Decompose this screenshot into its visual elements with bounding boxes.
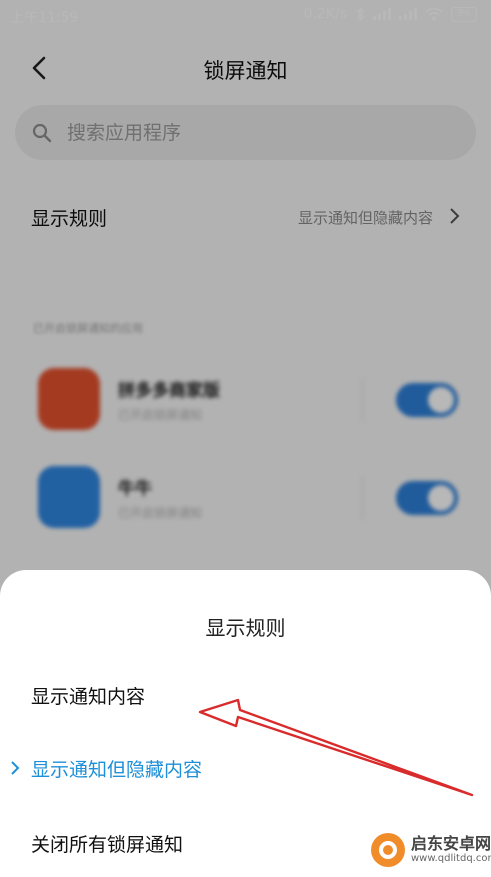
- sheet-title: 显示规则: [205, 616, 286, 640]
- option-label: 显示通知内容: [31, 686, 146, 708]
- watermark-logo-icon: [371, 833, 405, 867]
- watermark: 启东安卓网 www.qdlitdq.com: [369, 827, 491, 873]
- watermark-title: 启东安卓网: [411, 834, 491, 853]
- screen: 上午11:59 0.2K/s 96 锁屏通知 搜索应用程序 显示规则 显示通知但…: [0, 0, 491, 877]
- option-show-content[interactable]: 显示通知内容: [0, 666, 491, 726]
- selected-chevron-icon: [11, 761, 20, 775]
- option-label: 关闭所有锁屏通知: [31, 834, 184, 856]
- option-show-hide-content[interactable]: 显示通知但隐藏内容: [0, 739, 491, 799]
- option-label: 显示通知但隐藏内容: [31, 759, 203, 781]
- watermark-url: www.qdlitdq.com: [411, 853, 491, 864]
